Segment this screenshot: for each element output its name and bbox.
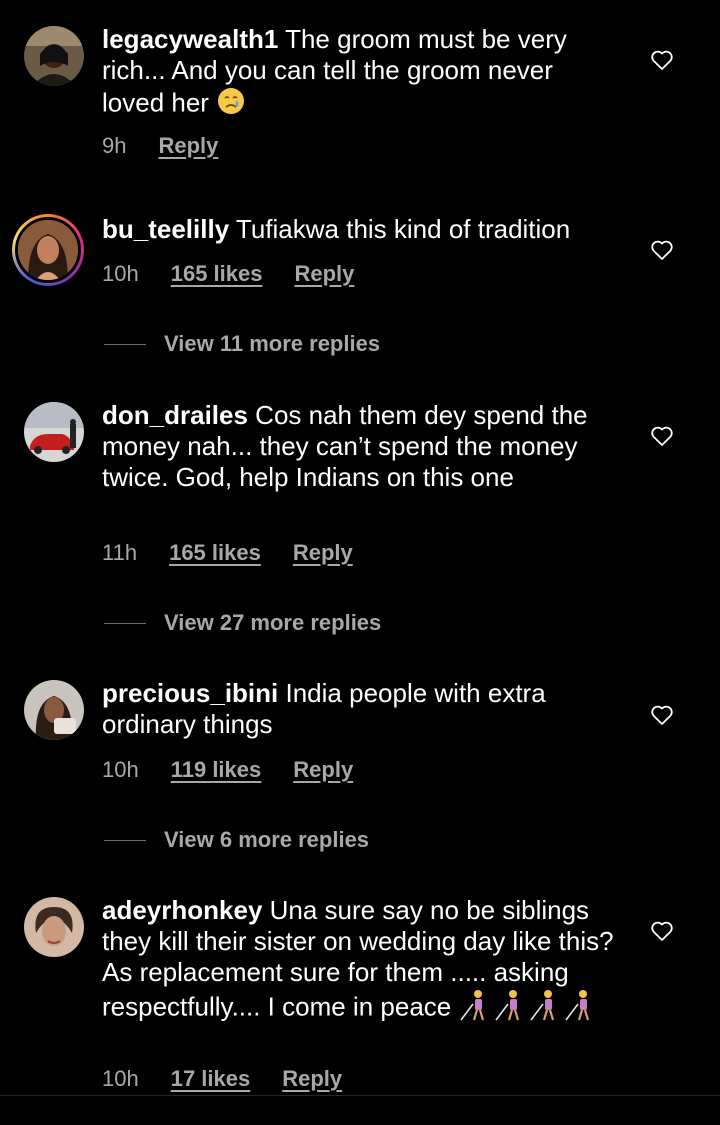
comment-meta: 10h 119 likes Reply — [102, 757, 353, 783]
reply-button[interactable]: Reply — [294, 261, 354, 287]
comment-meta: 10h 17 likes Reply — [102, 1066, 342, 1092]
comment-text: adeyrhonkey Una sure say no be siblings … — [102, 895, 622, 1029]
comment-username[interactable]: don_drailes — [102, 400, 248, 430]
comment-username[interactable]: bu_teelilly — [102, 214, 229, 244]
avatar[interactable] — [12, 214, 84, 286]
avatar-image — [24, 680, 84, 740]
comment-time: 10h — [102, 757, 139, 782]
likes-count-link[interactable]: 165 likes — [171, 261, 263, 287]
heart-outline-icon[interactable] — [650, 424, 674, 448]
avatar[interactable] — [24, 402, 84, 462]
heart-outline-icon[interactable] — [650, 48, 674, 72]
avatar-image — [24, 26, 84, 86]
avatar-image — [24, 897, 84, 957]
reply-button[interactable]: Reply — [282, 1066, 342, 1092]
woman-with-white-cane-icon — [458, 988, 598, 1029]
view-more-label: View 11 more replies — [164, 331, 381, 356]
view-more-replies-button[interactable]: View 11 more replies — [104, 331, 380, 357]
avatar[interactable] — [24, 26, 84, 86]
crying-face-icon — [216, 86, 246, 123]
reply-button[interactable]: Reply — [158, 133, 218, 159]
comment-text: precious_ibini India people with extra o… — [102, 678, 622, 740]
reply-button[interactable]: Reply — [293, 757, 353, 783]
avatar-image — [24, 402, 84, 462]
view-more-label: View 27 more replies — [164, 610, 382, 635]
heart-outline-icon[interactable] — [650, 703, 674, 727]
comment-meta: 10h 165 likes Reply — [102, 261, 354, 287]
bottom-divider — [0, 1095, 720, 1096]
comment-text: don_drailes Cos nah them dey spend the m… — [102, 400, 622, 493]
comment-body: Tufiakwa this kind of tradition — [235, 214, 571, 244]
view-more-replies-button[interactable]: View 27 more replies — [104, 610, 381, 636]
comment-time: 9h — [102, 133, 127, 158]
likes-count-link[interactable]: 165 likes — [169, 540, 261, 566]
avatar[interactable] — [24, 897, 84, 957]
avatar-image — [18, 220, 78, 280]
divider-line — [104, 839, 146, 841]
view-more-label: View 6 more replies — [164, 827, 370, 852]
comment-meta: 9h Reply — [102, 133, 218, 159]
comment-time: 11h — [102, 540, 138, 565]
comment-meta: 11h 165 likes Reply — [102, 540, 353, 566]
comment-time: 10h — [102, 261, 139, 286]
divider-line — [104, 622, 146, 624]
likes-count-link[interactable]: 119 likes — [171, 757, 262, 783]
likes-count-link[interactable]: 17 likes — [171, 1066, 251, 1092]
view-more-replies-button[interactable]: View 6 more replies — [104, 827, 369, 853]
comment-username[interactable]: legacywealth1 — [102, 24, 278, 54]
comment-username[interactable]: adeyrhonkey — [102, 895, 262, 925]
comment-text: legacywealth1 The groom must be very ric… — [102, 24, 622, 123]
comment-username[interactable]: precious_ibini — [102, 678, 278, 708]
heart-outline-icon[interactable] — [650, 919, 674, 943]
avatar[interactable] — [24, 680, 84, 740]
divider-line — [104, 343, 146, 345]
comment-text: bu_teelilly Tufiakwa this kind of tradit… — [102, 214, 622, 245]
comment-time: 10h — [102, 1066, 139, 1091]
heart-outline-icon[interactable] — [650, 238, 674, 262]
reply-button[interactable]: Reply — [293, 540, 353, 566]
